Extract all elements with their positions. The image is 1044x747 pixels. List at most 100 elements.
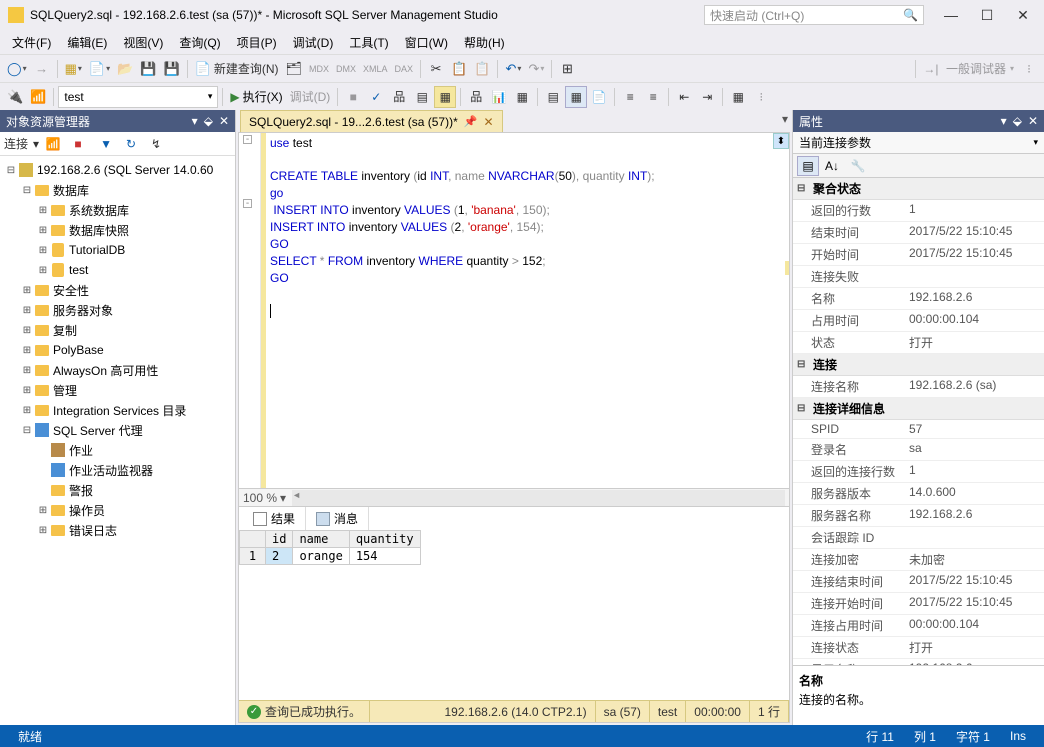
dax-icon[interactable]: DAX	[392, 58, 417, 80]
menu-help[interactable]: 帮助(H)	[456, 31, 513, 54]
tree-tutorialdb-node[interactable]: ⊞TutorialDB	[0, 240, 235, 260]
redo-button[interactable]: ↷▾	[525, 58, 547, 80]
pin-icon[interactable]: ⬙	[1013, 114, 1022, 128]
more-icon[interactable]: ⁝	[1018, 58, 1040, 80]
tree-replication-node[interactable]: ⊞复制	[0, 320, 235, 340]
result-cell[interactable]: orange	[293, 548, 349, 565]
dmx-icon[interactable]: DMX	[333, 58, 359, 80]
new-project-button[interactable]: ▦▾	[62, 58, 85, 80]
fold-icon[interactable]: -	[243, 199, 252, 208]
split-view-icon[interactable]: ⬍	[773, 133, 789, 149]
uncomment-button[interactable]: ≡	[642, 86, 664, 108]
tree-server-objects-node[interactable]: ⊞服务器对象	[0, 300, 235, 320]
tree-management-node[interactable]: ⊞管理	[0, 380, 235, 400]
client-stats-button[interactable]: ▦	[511, 86, 533, 108]
refresh-icon[interactable]: ↻	[120, 133, 142, 155]
change-connection-icon[interactable]: 📶	[27, 86, 49, 108]
more-sql-icon[interactable]: ⁝	[750, 86, 772, 108]
prop-row[interactable]: 服务器版本14.0.600	[793, 483, 1044, 505]
zoom-combo[interactable]: 100 %	[243, 491, 277, 505]
results-text-button[interactable]: ▤	[542, 86, 564, 108]
properties-pages-button[interactable]: 🔧	[847, 156, 869, 176]
autohide-icon[interactable]: ▾	[1001, 114, 1007, 128]
results-grid[interactable]: id name quantity 1 2 orange 154	[239, 530, 789, 700]
code-area[interactable]: use test CREATE TABLE inventory (id INT,…	[261, 133, 789, 488]
prop-row[interactable]: 连接名称192.168.2.6 (sa)	[793, 376, 1044, 398]
cut-button[interactable]: ✂	[425, 58, 447, 80]
connect-label[interactable]: 连接	[4, 135, 28, 152]
estimated-plan-button[interactable]: 品	[388, 86, 410, 108]
tree-polybase-node[interactable]: ⊞PolyBase	[0, 340, 235, 360]
prop-row[interactable]: 返回的连接行数1	[793, 461, 1044, 483]
tree-error-logs-node[interactable]: ⊞错误日志	[0, 520, 235, 540]
result-col-name[interactable]: name	[293, 531, 349, 548]
tree-snapshot-node[interactable]: ⊞数据库快照	[0, 220, 235, 240]
close-button[interactable]: ✕	[1010, 7, 1036, 24]
open-button[interactable]: 📂	[114, 58, 136, 80]
prop-row[interactable]: 返回的行数1	[793, 200, 1044, 222]
disconnect-icon[interactable]: 📶	[42, 133, 64, 155]
result-cell[interactable]: 2	[266, 548, 293, 565]
prop-row[interactable]: 名称192.168.2.6	[793, 288, 1044, 310]
tree-test-db-node[interactable]: ⊞test	[0, 260, 235, 280]
prop-row[interactable]: 连接失败	[793, 266, 1044, 288]
nav-forward-button[interactable]: →	[31, 58, 53, 80]
categorized-button[interactable]: ▤	[797, 156, 819, 176]
panel-close-icon[interactable]: ✕	[1028, 114, 1038, 128]
tab-pin-icon[interactable]: 📌	[464, 115, 478, 128]
minimize-button[interactable]: —	[938, 7, 964, 24]
fold-icon[interactable]: -	[243, 135, 252, 144]
sql-editor[interactable]: - - use test CREATE TABLE inventory (id …	[239, 133, 789, 488]
indent-button[interactable]: ⇤	[673, 86, 695, 108]
menu-file[interactable]: 文件(F)	[4, 31, 59, 54]
prop-row[interactable]: 状态打开	[793, 332, 1044, 354]
specify-template-button[interactable]: ▦	[727, 86, 749, 108]
paste-button[interactable]: 📋	[471, 58, 493, 80]
prop-row[interactable]: 连接开始时间2017/5/22 15:10:45	[793, 593, 1044, 615]
results-grid-button[interactable]: ▦	[565, 86, 587, 108]
outdent-button[interactable]: ⇥	[696, 86, 718, 108]
stop-button[interactable]: ■	[342, 86, 364, 108]
result-col-quantity[interactable]: quantity	[349, 531, 420, 548]
prop-row[interactable]: 连接状态打开	[793, 637, 1044, 659]
alphabetical-button[interactable]: A↓	[821, 156, 843, 176]
result-row[interactable]: 1 2 orange 154	[240, 548, 421, 565]
object-explorer-tree[interactable]: ⊟192.168.2.6 (SQL Server 14.0.60 ⊟数据库 ⊞系…	[0, 156, 235, 725]
mdx-icon[interactable]: MDX	[306, 58, 332, 80]
properties-object-combo[interactable]: 当前连接参数 ▾	[793, 132, 1044, 154]
properties-window-button[interactable]: ⊞	[556, 58, 578, 80]
prop-category-connection[interactable]: ⊟连接	[793, 354, 1044, 376]
results-file-button[interactable]: 📄	[588, 86, 610, 108]
tree-jobs-node[interactable]: 作业	[0, 440, 235, 460]
actual-plan-button[interactable]: 品	[465, 86, 487, 108]
new-query-button[interactable]: 📄新建查询(N)	[192, 58, 282, 80]
horizontal-scrollbar[interactable]	[292, 490, 785, 506]
live-stats-button[interactable]: 📊	[488, 86, 510, 108]
properties-grid[interactable]: ⊟聚合状态 返回的行数1 结束时间2017/5/22 15:10:45 开始时间…	[793, 178, 1044, 665]
new-file-button[interactable]: 📄▾	[86, 58, 113, 80]
intellisense-button[interactable]: ▦	[434, 86, 456, 108]
pin-icon[interactable]: ⬙	[204, 114, 213, 128]
menu-edit[interactable]: 编辑(E)	[59, 31, 115, 54]
messages-tab[interactable]: 消息	[306, 507, 369, 530]
result-col-id[interactable]: id	[266, 531, 293, 548]
tree-server-node[interactable]: ⊟192.168.2.6 (SQL Server 14.0.60	[0, 160, 235, 180]
menu-view[interactable]: 视图(V)	[115, 31, 171, 54]
prop-row[interactable]: 结束时间2017/5/22 15:10:45	[793, 222, 1044, 244]
xmla-icon[interactable]: XMLA	[360, 58, 391, 80]
prop-row[interactable]: 连接占用时间00:00:00.104	[793, 615, 1044, 637]
connection-icon[interactable]: 🔌	[4, 86, 26, 108]
save-all-button[interactable]: 💾	[160, 58, 182, 80]
tab-dropdown-icon[interactable]: ▾	[782, 112, 788, 126]
tree-alwayson-node[interactable]: ⊞AlwaysOn 高可用性	[0, 360, 235, 380]
prop-row[interactable]: 服务器名称192.168.2.6	[793, 505, 1044, 527]
menu-window[interactable]: 窗口(W)	[397, 31, 456, 54]
prop-category-aggregate[interactable]: ⊟聚合状态	[793, 178, 1044, 200]
prop-row[interactable]: 开始时间2017/5/22 15:10:45	[793, 244, 1044, 266]
database-combo[interactable]: test ▾	[58, 86, 218, 108]
comment-button[interactable]: ≡	[619, 86, 641, 108]
step-into-button[interactable]: →|	[920, 58, 942, 80]
tab-close-icon[interactable]: ✕	[483, 115, 493, 129]
menu-tools[interactable]: 工具(T)	[341, 31, 396, 54]
prop-row[interactable]: 连接结束时间2017/5/22 15:10:45	[793, 571, 1044, 593]
